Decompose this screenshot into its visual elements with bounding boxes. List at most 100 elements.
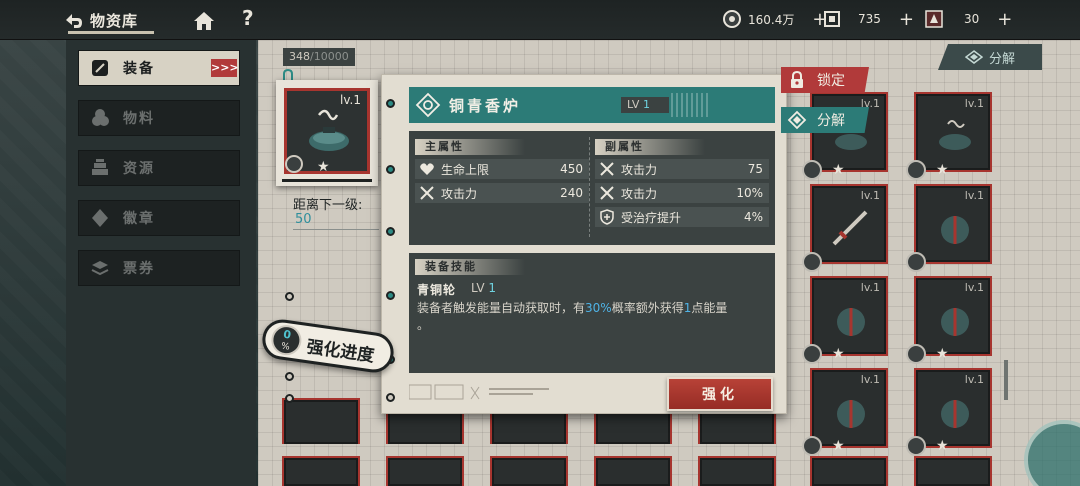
- binder-dot: [285, 292, 294, 301]
- item-level: lv.1: [964, 97, 984, 110]
- storage-count: 348: [289, 50, 310, 63]
- star-icon: ★: [832, 438, 845, 454]
- binder-dot: [285, 372, 294, 381]
- star-icon: ★: [317, 159, 330, 175]
- sidebar-item-label: 物料: [123, 111, 155, 127]
- decompose-mode-label: 分解: [988, 51, 1015, 67]
- item-card[interactable]: [698, 456, 776, 486]
- attr-value: 75: [747, 162, 763, 176]
- sword-icon: [832, 210, 868, 246]
- skill-level-prefix: LV: [471, 281, 485, 295]
- sub-attr-title: 副属性: [595, 139, 705, 155]
- sidebar-item-badges[interactable]: 徽章: [78, 200, 240, 236]
- item-card[interactable]: lv.1 ★: [802, 368, 888, 456]
- rarity-badge-icon: [906, 344, 926, 364]
- item-detail-panel: 铜青香炉 LV 1 主属性 生命上限 450 攻击力 240 副属性 攻击力 7…: [381, 74, 787, 414]
- grid-scrollbar[interactable]: [1004, 360, 1008, 400]
- star-icon: ★: [832, 162, 845, 178]
- item-card[interactable]: lv.1 ★: [906, 92, 992, 180]
- skill-level: LV 1: [471, 281, 496, 295]
- item-card[interactable]: [282, 456, 360, 486]
- binder-dot: [285, 394, 294, 403]
- skill-name: 青铜轮: [417, 283, 457, 297]
- item-card[interactable]: [386, 456, 464, 486]
- item-level: lv.1: [860, 189, 880, 202]
- attr-value: 10%: [736, 186, 763, 200]
- progress-percent-sign: %: [280, 341, 291, 353]
- decorative-hatch: [671, 93, 711, 117]
- item-card[interactable]: lv.1 ★: [906, 368, 992, 456]
- back-button[interactable]: 物资库: [62, 6, 138, 34]
- item-card[interactable]: lv.1 ★: [906, 276, 992, 364]
- item-card[interactable]: lv.1 ★: [802, 276, 888, 364]
- decompose-button[interactable]: 分解: [781, 107, 869, 133]
- next-level-value: 50: [295, 212, 312, 227]
- energy-value: 30: [964, 12, 980, 26]
- title-underline: [68, 31, 154, 34]
- add-energy-button[interactable]: +: [997, 9, 1012, 30]
- attr-row: 攻击力 10%: [595, 183, 769, 203]
- ticket-icon: [824, 11, 840, 27]
- sidebar-item-resources[interactable]: 资源: [78, 150, 240, 186]
- item-level: lv.1: [860, 373, 880, 386]
- sidebar-item-coupons[interactable]: 票券: [78, 250, 240, 286]
- item-card[interactable]: [282, 398, 360, 444]
- skill-desc-text: 点能量: [691, 301, 728, 315]
- rarity-badge-icon: [906, 252, 926, 272]
- orb-icon: [837, 308, 865, 336]
- equipment-icon: [92, 60, 108, 76]
- star-icon: ★: [936, 438, 949, 454]
- binder-dot: [386, 227, 395, 236]
- sub-attributes: 副属性 攻击力 75 攻击力 10% 受治疗提升 4%: [595, 139, 769, 227]
- add-ticket-button[interactable]: +: [899, 9, 914, 30]
- sidebar-item-equipment[interactable]: 装备 >>>: [78, 50, 240, 86]
- divider: [293, 229, 379, 230]
- decompose-label: 分解: [817, 113, 845, 129]
- item-level-prefix: LV: [627, 98, 640, 111]
- rarity-badge-icon: [906, 436, 926, 456]
- heal-shield-icon: [600, 209, 614, 225]
- page-title: 物资库: [90, 11, 139, 30]
- attr-row: 攻击力 240: [415, 183, 589, 203]
- skill-level-number: 1: [488, 281, 497, 295]
- rarity-badge-icon: [802, 436, 822, 456]
- item-card[interactable]: [490, 456, 568, 486]
- badge-icon: [92, 209, 108, 227]
- help-icon[interactable]: ?: [242, 6, 254, 30]
- next-level-label: 距离下一级:: [293, 198, 363, 213]
- lock-icon: [791, 70, 803, 88]
- resources-icon: [92, 159, 108, 175]
- attr-value: 450: [560, 162, 583, 176]
- decompose-mode-button[interactable]: 分解: [938, 44, 1042, 70]
- item-level: lv.1: [964, 373, 984, 386]
- rarity-badge-icon: [802, 344, 822, 364]
- binder-dot: [386, 291, 395, 300]
- item-card[interactable]: [810, 456, 888, 486]
- star-icon: ★: [936, 346, 949, 362]
- back-arrow-icon: [66, 14, 82, 28]
- attr-label: 受治疗提升: [621, 210, 682, 225]
- item-card[interactable]: lv.1: [802, 184, 888, 272]
- attr-label: 攻击力: [621, 186, 658, 201]
- orb-icon: [941, 308, 969, 336]
- home-icon[interactable]: [192, 10, 216, 32]
- resource-ticket: 735 +: [822, 8, 914, 30]
- orb-icon: [941, 400, 969, 428]
- selected-item-card[interactable]: lv.1 ★: [284, 88, 370, 175]
- attr-value: 240: [560, 186, 583, 200]
- incense-burner-icon: [309, 109, 349, 151]
- item-level: lv.1: [964, 189, 984, 202]
- item-card[interactable]: [594, 456, 672, 486]
- enhance-button[interactable]: 强化: [667, 377, 773, 411]
- selected-item-frame: lv.1 ★: [276, 80, 378, 186]
- item-card[interactable]: lv.1: [906, 184, 992, 272]
- main-attributes: 主属性 生命上限 450 攻击力 240: [415, 139, 589, 203]
- sidebar-item-label: 装备: [123, 61, 155, 77]
- item-card[interactable]: [914, 456, 992, 486]
- lock-button[interactable]: 锁定: [781, 67, 869, 93]
- progress-percent-circle: 0 %: [269, 323, 304, 358]
- attr-row: 生命上限 450: [415, 159, 589, 179]
- crossed-swords-icon: [600, 186, 614, 200]
- sidebar-item-materials[interactable]: 物料: [78, 100, 240, 136]
- sidebar-item-label: 徽章: [123, 211, 155, 227]
